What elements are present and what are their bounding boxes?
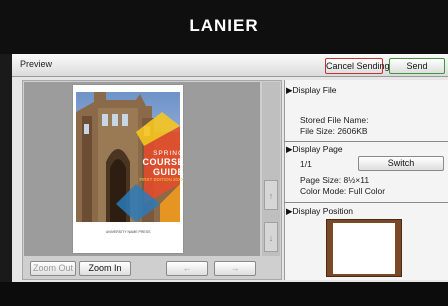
cover-spring: SPRING: [153, 150, 184, 157]
page-title: Preview: [20, 59, 53, 69]
display-position-label: Display Position: [292, 206, 354, 216]
section-divider: [284, 202, 448, 203]
scroll-down-button[interactable]: ↓: [264, 222, 278, 252]
zoom-out-button[interactable]: Zoom Out: [30, 261, 76, 276]
cover-footer: UNIVERSITY NAME PRESS: [105, 230, 151, 234]
scroll-up-button[interactable]: ↑: [264, 180, 278, 210]
cover-subtitle: FIRST EDITION 20XX: [139, 177, 184, 182]
page-counter: 1/1: [300, 159, 312, 169]
cancel-sending-button[interactable]: Cancel Sending: [325, 58, 390, 74]
display-page-header: ▶Display Page: [286, 144, 343, 155]
previous-page-button[interactable]: ←: [166, 261, 208, 276]
next-page-button[interactable]: →: [214, 261, 256, 276]
zoom-in-button[interactable]: Zoom In: [79, 261, 131, 276]
cover-title: COURSE GUIDE: [142, 157, 184, 177]
display-file-label: Display File: [292, 85, 337, 95]
display-page-label: Display Page: [292, 144, 343, 154]
position-page-thumbnail: [333, 223, 395, 274]
switch-button[interactable]: Switch: [358, 156, 444, 171]
color-mode: Color Mode: Full Color: [300, 186, 386, 196]
cover-text: SPRING COURSE GUIDE FIRST EDITION 20XX: [110, 150, 184, 182]
bottom-bezel: [0, 282, 448, 306]
page-size: Page Size: 8½×11: [300, 175, 370, 185]
section-divider: [284, 141, 448, 142]
send-button[interactable]: Send: [389, 58, 445, 74]
display-position-header: ▶Display Position: [286, 206, 353, 217]
stored-file-name: Stored File Name:: [300, 115, 369, 125]
display-file-header: ▶Display File: [286, 85, 336, 96]
brand-logo: LANIER: [189, 16, 259, 35]
file-size: File Size: 2606KB: [300, 126, 368, 136]
